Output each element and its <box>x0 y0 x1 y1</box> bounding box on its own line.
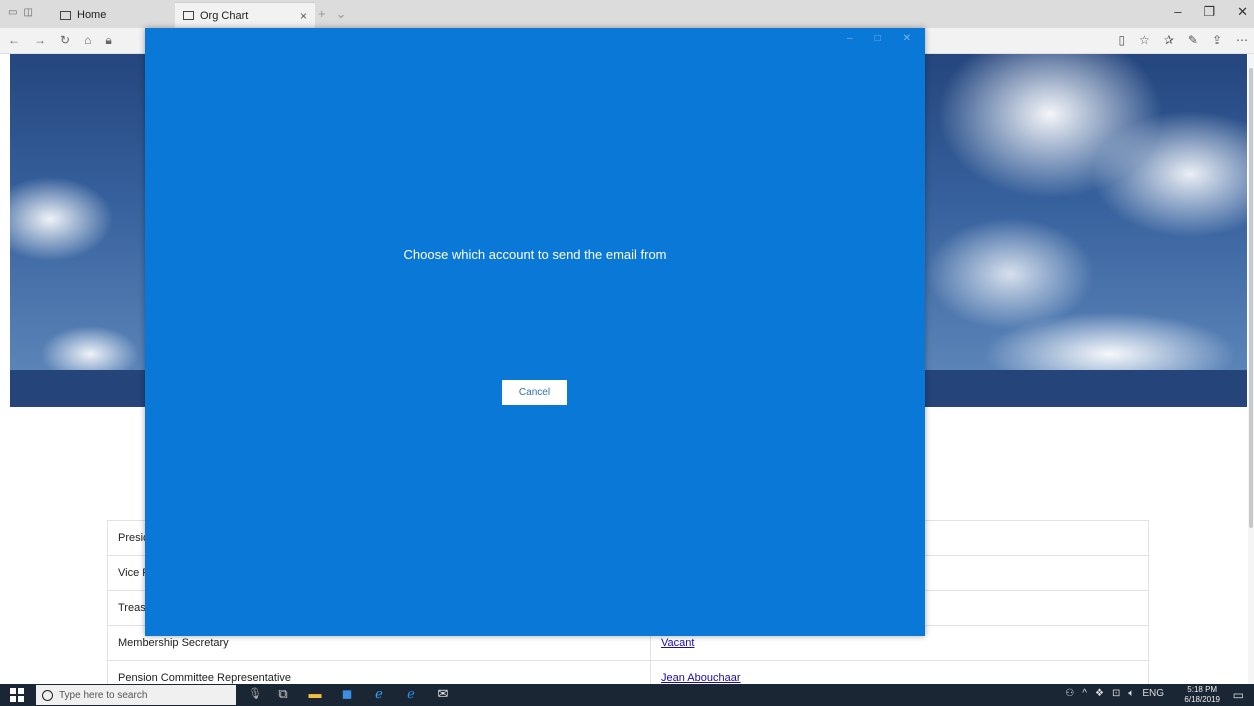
dialog-close-icon[interactable]: ✕ <box>903 33 911 44</box>
network-icon[interactable]: ⊡ <box>1112 688 1120 699</box>
taskbar-apps: ⧉ ▬ ◼ ℯ ℯ ✉ <box>274 686 452 702</box>
forward-icon[interactable]: → <box>34 33 46 48</box>
edge-icon[interactable]: ℯ <box>402 686 420 702</box>
more-icon[interactable]: ⋯ <box>1236 33 1248 47</box>
language-indicator[interactable]: ENG <box>1142 688 1164 699</box>
windows-taskbar: Type here to search 🎙︎ ⧉ ▬ ◼ ℯ ℯ ✉ ⚇ ^ ❖… <box>0 684 1254 706</box>
dialog-minimize-icon[interactable]: – <box>847 33 853 44</box>
page-icon <box>60 10 71 20</box>
set-aside-tabs-icon[interactable]: ▭ <box>8 7 17 18</box>
volume-icon[interactable]: 🔈︎ <box>1128 688 1134 699</box>
close-tab-icon[interactable]: × <box>300 9 307 23</box>
new-tab-icon[interactable]: + <box>318 6 326 22</box>
clock-date: 6/18/2019 <box>1184 695 1220 704</box>
browser-toolbar-right: ▯ ☆ ✰ ✎ ⇪ ⋯ <box>1118 33 1248 47</box>
system-tray: ⚇ ^ ❖ ⊡ 🔈︎ ENG <box>1065 688 1164 699</box>
tab-label: Org Chart <box>200 9 249 22</box>
account-chooser-dialog: – □ ✕ Choose which account to send the e… <box>145 28 925 636</box>
page-scrollbar[interactable] <box>1248 54 1254 684</box>
people-icon[interactable]: ⚇ <box>1065 688 1074 699</box>
tab-actions: ▭ ◫ <box>8 7 33 18</box>
favorites-icon[interactable]: ✰ <box>1164 33 1174 47</box>
outlook-icon[interactable]: ◼ <box>338 686 356 702</box>
scrollbar-thumb[interactable] <box>1249 68 1253 528</box>
dialog-message: Choose which account to send the email f… <box>403 247 667 262</box>
cortana-icon <box>42 689 53 701</box>
close-window-icon[interactable]: ✕ <box>1237 4 1248 20</box>
minimize-icon[interactable]: – <box>1174 4 1181 20</box>
reading-view-icon[interactable]: ▯ <box>1118 33 1125 47</box>
tab-preview-chevron-icon[interactable]: ⌄ <box>336 6 347 22</box>
dialog-window-controls: – □ ✕ <box>847 33 911 44</box>
tab-org-chart[interactable]: Org Chart × <box>175 2 315 28</box>
nav-buttons: ← → ↻ ⌂ 🔒︎ <box>8 33 112 48</box>
dropbox-icon[interactable]: ❖ <box>1095 688 1104 699</box>
internet-explorer-icon[interactable]: ℯ <box>370 686 388 702</box>
task-view-icon[interactable]: ⧉ <box>274 686 292 702</box>
cancel-button[interactable]: Cancel <box>502 380 567 405</box>
show-aside-tabs-icon[interactable]: ◫ <box>23 7 32 18</box>
home-icon[interactable]: ⌂ <box>84 33 91 48</box>
tab-home[interactable]: Home <box>52 2 170 28</box>
search-placeholder: Type here to search <box>59 689 148 701</box>
taskbar-search-box[interactable]: Type here to search <box>36 685 236 705</box>
member-link[interactable]: Vacant <box>661 637 694 649</box>
action-center-icon[interactable]: ▭ <box>1233 688 1244 702</box>
restore-icon[interactable]: ❐ <box>1203 4 1215 20</box>
back-icon[interactable]: ← <box>8 33 20 48</box>
taskbar-clock[interactable]: 5:18 PM 6/18/2019 <box>1184 685 1220 705</box>
tab-label: Home <box>77 9 107 21</box>
pen-icon[interactable]: ✎ <box>1188 33 1198 47</box>
refresh-icon[interactable]: ↻ <box>60 33 70 48</box>
share-icon[interactable]: ⇪ <box>1212 33 1222 47</box>
favorite-star-icon[interactable]: ☆ <box>1139 33 1150 47</box>
show-hidden-icons-chevron-icon[interactable]: ^ <box>1082 688 1087 699</box>
new-tab-controls: + ⌄ <box>318 6 347 22</box>
mail-icon[interactable]: ✉ <box>434 686 452 702</box>
windows-start-icon[interactable] <box>10 688 24 702</box>
clock-time: 5:18 PM <box>1187 685 1218 694</box>
file-explorer-icon[interactable]: ▬ <box>306 686 324 702</box>
dialog-maximize-icon[interactable]: □ <box>875 33 881 44</box>
lock-icon: 🔒︎ <box>105 33 112 47</box>
member-link[interactable]: Jean Abouchaar <box>661 672 741 684</box>
page-icon <box>183 11 194 20</box>
microphone-icon[interactable]: 🎙︎ <box>248 687 262 700</box>
window-controls: – ❐ ✕ <box>1174 4 1248 20</box>
browser-tab-bar: ▭ ◫ Home Org Chart × + ⌄ – ❐ ✕ <box>0 0 1254 28</box>
